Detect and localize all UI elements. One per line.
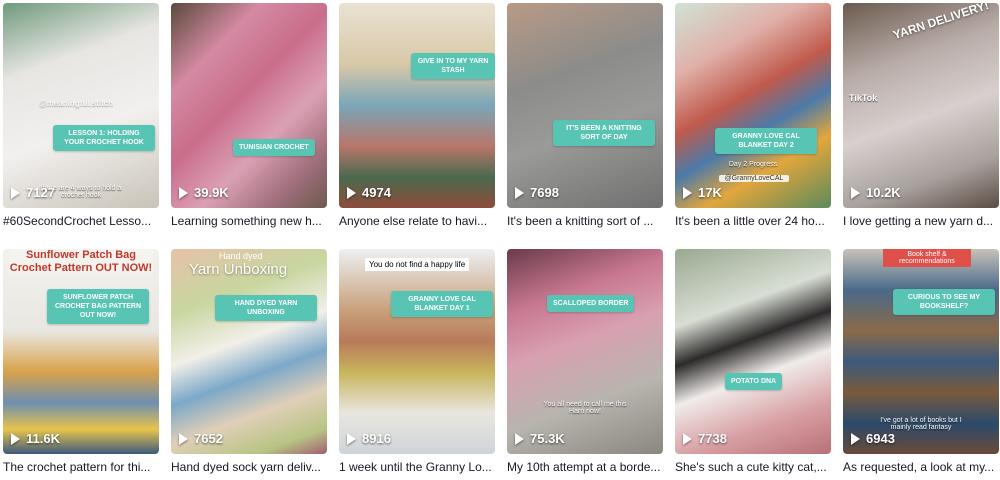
view-count: 7698 bbox=[515, 185, 559, 200]
view-count-text: 7127 bbox=[26, 185, 55, 200]
video-thumbnail[interactable]: SCALLOPED BORDER You all need to call me … bbox=[507, 249, 663, 454]
overlay-title: Sunflower Patch Bag Crochet Pattern OUT … bbox=[9, 249, 153, 275]
play-icon bbox=[683, 186, 692, 199]
video-caption[interactable]: As requested, a look at my... bbox=[843, 460, 999, 474]
view-count: 39.9K bbox=[179, 185, 229, 200]
overlay-subtext: Day 2 Progress bbox=[728, 161, 778, 168]
play-icon bbox=[515, 432, 524, 445]
view-count-text: 10.2K bbox=[866, 185, 901, 200]
view-count-text: 4974 bbox=[362, 185, 391, 200]
video-thumbnail[interactable]: TUNISIAN CROCHET 39.9K bbox=[171, 3, 327, 208]
video-caption[interactable]: My 10th attempt at a borde... bbox=[507, 460, 663, 474]
overlay-subtext-2: @GrannyLoveCAL bbox=[719, 175, 789, 182]
view-count-text: 7698 bbox=[530, 185, 559, 200]
play-icon bbox=[11, 186, 20, 199]
view-count: 17K bbox=[683, 185, 722, 200]
overlay-badge: IT'S BEEN A KNITTING SORT OF DAY bbox=[553, 120, 655, 146]
video-caption[interactable]: I love getting a new yarn d... bbox=[843, 214, 999, 228]
overlay-badge: LESSON 1: HOLDING YOUR CROCHET HOOK bbox=[53, 125, 155, 151]
video-thumbnail[interactable]: YARN DELIVERY! TikTok 10.2K bbox=[843, 3, 999, 208]
video-thumbnail[interactable]: Sunflower Patch Bag Crochet Pattern OUT … bbox=[3, 249, 159, 454]
video-thumbnail[interactable]: GRANNY LOVE CAL BLANKET DAY 2 Day 2 Progr… bbox=[675, 3, 831, 208]
overlay-badge: HAND DYED YARN UNBOXING bbox=[215, 295, 317, 321]
play-icon bbox=[179, 186, 188, 199]
overlay-badge: GRANNY LOVE CAL BLANKET DAY 2 bbox=[715, 128, 817, 154]
video-caption[interactable]: It's been a knitting sort of ... bbox=[507, 214, 663, 228]
play-icon bbox=[347, 432, 356, 445]
video-thumbnail[interactable]: Hand dyed Yarn Unboxing HAND DYED YARN UNB… bbox=[171, 249, 327, 454]
view-count: 7127 bbox=[11, 185, 55, 200]
overlay-subtitle: Hand dyed bbox=[219, 251, 263, 261]
view-count-text: 7738 bbox=[698, 431, 727, 446]
video-caption[interactable]: She's such a cute kitty cat,... bbox=[675, 460, 831, 474]
overlay-badge: GIVE IN TO MY YARN STASH bbox=[411, 53, 495, 79]
overlay-badge: CURIOUS TO SEE MY BOOKSHELF? bbox=[893, 289, 995, 315]
view-count-text: 17K bbox=[698, 185, 722, 200]
view-count: 8916 bbox=[347, 431, 391, 446]
overlay-badge: POTATO DNA bbox=[725, 373, 783, 390]
view-count-text: 39.9K bbox=[194, 185, 229, 200]
video-thumbnail[interactable]: IT'S BEEN A KNITTING SORT OF DAY 7698 bbox=[507, 3, 663, 208]
play-icon bbox=[515, 186, 524, 199]
video-thumbnail[interactable]: POTATO DNA 7738 bbox=[675, 249, 831, 454]
overlay-badge: SUNFLOWER PATCH CROCHET BAG PATTERN OUT … bbox=[47, 289, 149, 324]
view-count-text: 11.6K bbox=[26, 431, 60, 446]
video-thumbnail[interactable]: LESSON 1: HOLDING YOUR CROCHET HOOK there… bbox=[3, 3, 159, 208]
video-caption[interactable]: Hand dyed sock yarn deliv... bbox=[171, 460, 327, 474]
view-count: 75.3K bbox=[515, 431, 565, 446]
view-count: 7652 bbox=[179, 431, 223, 446]
video-caption[interactable]: Learning something new h... bbox=[171, 214, 327, 228]
video-thumbnail[interactable]: GIVE IN TO MY YARN STASH 4974 bbox=[339, 3, 495, 208]
video-grid: LESSON 1: HOLDING YOUR CROCHET HOOK there… bbox=[0, 0, 1000, 480]
view-count-text: 6943 bbox=[866, 431, 895, 446]
video-caption[interactable]: Anyone else relate to havi... bbox=[339, 214, 495, 228]
view-count: 4974 bbox=[347, 185, 391, 200]
video-caption[interactable]: #60SecondCrochet Lesso... bbox=[3, 214, 159, 228]
play-icon bbox=[179, 432, 188, 445]
view-count-text: 7652 bbox=[194, 431, 223, 446]
view-count: 7738 bbox=[683, 431, 727, 446]
play-icon bbox=[347, 186, 356, 199]
tiktok-watermark: @meaningful.stitch bbox=[39, 99, 114, 108]
video-thumbnail[interactable]: Book shelf & recommendations CURIOUS TO S… bbox=[843, 249, 999, 454]
play-icon bbox=[851, 186, 860, 199]
overlay-title: YARN DELIVERY! bbox=[891, 3, 991, 43]
play-icon bbox=[683, 432, 692, 445]
overlay-badge: GRANNY LOVE CAL BLANKET DAY 1 bbox=[391, 291, 493, 317]
overlay-subtext: You all need to call me this Harn now! bbox=[543, 401, 627, 415]
view-count: 11.6K bbox=[11, 431, 60, 446]
video-caption[interactable]: 1 week until the Granny Lo... bbox=[339, 460, 495, 474]
overlay-subtext: I've got a lot of books but I mainly rea… bbox=[880, 417, 962, 431]
play-icon bbox=[851, 432, 860, 445]
video-caption[interactable]: The crochet pattern for thi... bbox=[3, 460, 159, 474]
overlay-title: Yarn Unboxing bbox=[189, 261, 288, 278]
video-thumbnail[interactable]: You do not find a happy life GRANNY LOVE … bbox=[339, 249, 495, 454]
video-caption[interactable]: It's been a little over 24 ho... bbox=[675, 214, 831, 228]
overlay-title: Book shelf & recommendations bbox=[883, 249, 971, 267]
overlay-badge: SCALLOPED BORDER bbox=[547, 295, 635, 312]
overlay-title: You do not find a happy life bbox=[365, 258, 470, 271]
view-count-text: 75.3K bbox=[530, 431, 565, 446]
view-count: 10.2K bbox=[851, 185, 901, 200]
overlay-badge: TUNISIAN CROCHET bbox=[233, 139, 315, 156]
play-icon bbox=[11, 432, 20, 445]
view-count: 6943 bbox=[851, 431, 895, 446]
view-count-text: 8916 bbox=[362, 431, 391, 446]
tiktok-watermark: TikTok bbox=[849, 93, 878, 103]
